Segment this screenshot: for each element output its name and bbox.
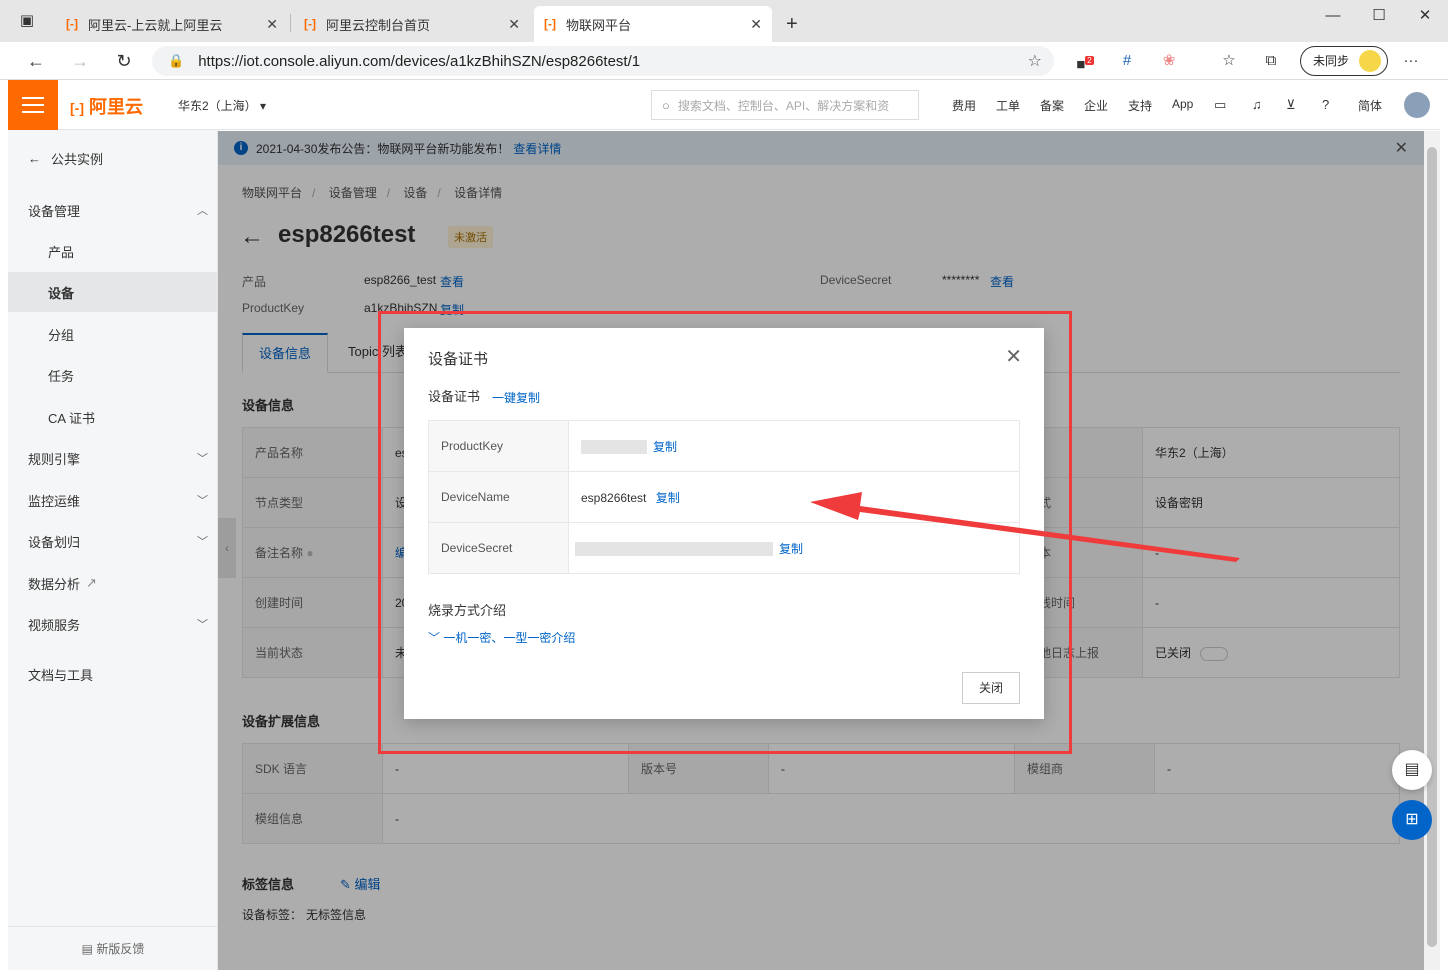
console-search-input[interactable]: ○ 搜索文档、控制台、API、解决方案和资 [651, 90, 919, 120]
sidebar-item-devices[interactable]: 设备 [8, 272, 218, 312]
language-selector[interactable]: 简体 [1358, 97, 1382, 114]
dialog-title: 设备证书 [428, 351, 489, 368]
favorites-icon[interactable]: ☆ [1216, 50, 1242, 72]
header-link-app[interactable]: App [1172, 97, 1193, 111]
back-icon[interactable]: ← [22, 48, 50, 74]
copy-devicename-button[interactable]: 复制 [656, 491, 680, 505]
chevron-down-icon: ﹀ [197, 619, 208, 631]
user-avatar[interactable] [1404, 92, 1430, 118]
lock-icon: 🔒 [168, 53, 185, 68]
sidebar-item-device-management[interactable]: 设备管理 ︿ [8, 190, 218, 230]
redacted-value [575, 542, 773, 557]
address-bar[interactable]: 🔒 https://iot.console.aliyun.com/devices… [152, 46, 1054, 76]
devicename-value: esp8266test [581, 490, 647, 505]
feedback-button[interactable]: ▤ 新版反馈 [8, 926, 218, 970]
terminal-icon[interactable]: ▭ [1214, 97, 1226, 113]
chat-icon[interactable]: ▤ [1392, 750, 1432, 790]
sidebar-item-device-assign[interactable]: 设备划归 ﹀ [8, 521, 218, 561]
sidebar-item-monitoring[interactable]: 监控运维 ﹀ [8, 480, 218, 520]
chevron-up-icon: ︿ [197, 205, 208, 217]
chevron-down-icon: ﹀ [197, 453, 208, 465]
feedback-icon: ▤ [81, 942, 97, 956]
bell-icon[interactable]: ♫ [1252, 97, 1262, 112]
header-link-enterprise[interactable]: 企业 [1084, 97, 1108, 114]
chevron-down-icon: ﹀ [197, 536, 208, 548]
tab-actions-icon[interactable]: ▣ [14, 10, 40, 32]
sidebar-item-products[interactable]: 产品 [8, 231, 218, 271]
window-controls: — ☐ ✕ [1310, 0, 1448, 32]
external-link-icon: ↗ [86, 575, 97, 590]
burn-method-title: 烧录方式介绍 [428, 603, 507, 618]
close-tab-icon[interactable]: ✕ [750, 16, 762, 33]
aliyun-favicon-icon: [-] [304, 17, 316, 31]
annotation-red-arrow [810, 492, 1240, 562]
redacted-value [581, 440, 647, 455]
hash-extension-icon[interactable]: # [1114, 50, 1140, 72]
dialog-close-icon[interactable]: ✕ [1005, 344, 1022, 369]
close-button[interactable]: 关闭 [962, 672, 1020, 704]
cert-label: 设备证书 [428, 389, 481, 404]
sidebar-item-data-analysis[interactable]: 数据分析 ↗ [8, 563, 218, 603]
help-icon[interactable]: ? [1322, 97, 1329, 112]
sidebar-back-public-instance[interactable]: ← 公共实例 [8, 138, 218, 178]
header-link-support[interactable]: 支持 [1128, 97, 1152, 114]
browser-toolbar: ← → ↻ 🔒 https://iot.console.aliyun.com/d… [0, 42, 1448, 80]
region-selector[interactable]: 华东2（上海） ▾ [178, 97, 266, 114]
extension-icon[interactable]: ■ 2 [1072, 50, 1098, 73]
sidebar-item-docs-tools[interactable]: 文档与工具 [8, 654, 218, 694]
page-scrollbar[interactable] [1424, 131, 1440, 970]
new-tab-button[interactable]: + [776, 6, 806, 42]
profile-sync-button[interactable]: 未同步 [1300, 46, 1388, 76]
browser-tab-3-active[interactable]: [-] 物联网平台 ✕ [534, 6, 772, 42]
menu-icon[interactable] [8, 80, 58, 130]
sidebar-item-rule-engine[interactable]: 规则引擎 ﹀ [8, 438, 218, 478]
chevron-down-icon: ﹀ [428, 631, 444, 645]
favorite-add-icon[interactable]: ☆ [1028, 51, 1042, 71]
collections-icon[interactable]: ⧉ [1258, 50, 1284, 72]
close-tab-icon[interactable]: ✕ [266, 16, 278, 33]
sidebar: ← 公共实例 设备管理 ︿ 产品 设备 分组 任务 CA 证书 规则引擎 ﹀ 监控运维… [8, 130, 218, 970]
header-link-tickets[interactable]: 工单 [996, 97, 1020, 114]
sidebar-item-groups[interactable]: 分组 [8, 314, 218, 354]
more-icon[interactable]: ··· [1398, 50, 1424, 72]
aliyun-favicon-icon: [-] [544, 17, 556, 31]
table-row: ProductKey 复制 [428, 420, 1020, 472]
url-text: https://iot.console.aliyun.com/devices/a… [198, 52, 641, 70]
maximize-icon[interactable]: ☐ [1356, 0, 1402, 32]
arrow-left-icon: ← [28, 150, 41, 166]
copy-all-link[interactable]: 一键复制 [492, 389, 540, 406]
aliyun-logo[interactable]: [-] 阿里云 [70, 93, 143, 119]
forward-icon[interactable]: → [66, 48, 94, 74]
cart-icon[interactable]: ⊻ [1286, 97, 1296, 113]
pink-extension-icon[interactable]: ❀ [1156, 50, 1182, 72]
browser-tab-2[interactable]: [-] 阿里云控制台首页 ✕ [294, 6, 530, 42]
sidebar-item-video[interactable]: 视频服务 ﹀ [8, 604, 218, 644]
header-link-icp[interactable]: 备案 [1040, 97, 1064, 114]
chevron-down-icon: ﹀ [197, 495, 208, 507]
sidebar-item-tasks[interactable]: 任务 [8, 355, 218, 395]
close-tab-icon[interactable]: ✕ [508, 16, 520, 33]
minimize-icon[interactable]: — [1310, 0, 1356, 32]
apps-grid-icon[interactable]: ⊞ [1392, 800, 1432, 840]
browser-tab-1[interactable]: [-] 阿里云-上云就上阿里云 ✕ [56, 6, 288, 42]
header-link-billing[interactable]: 费用 [952, 97, 976, 114]
burn-method-expand-link[interactable]: ﹀ 一机一密、一型一密介绍 [428, 629, 575, 646]
reload-icon[interactable]: ↻ [110, 48, 138, 74]
profile-avatar [1359, 50, 1381, 72]
copy-productkey-button[interactable]: 复制 [653, 440, 677, 454]
search-icon: ○ [662, 97, 670, 113]
browser-tab-strip: ▣ [-] 阿里云-上云就上阿里云 ✕ [-] 阿里云控制台首页 ✕ [-] 物… [0, 0, 1448, 42]
close-window-icon[interactable]: ✕ [1402, 0, 1448, 32]
console-header: [-] 阿里云 华东2（上海） ▾ ○ 搜索文档、控制台、API、解决方案和资 … [8, 80, 1440, 130]
aliyun-favicon-icon: [-] [66, 17, 78, 31]
sidebar-item-ca-certs[interactable]: CA 证书 [8, 397, 218, 437]
